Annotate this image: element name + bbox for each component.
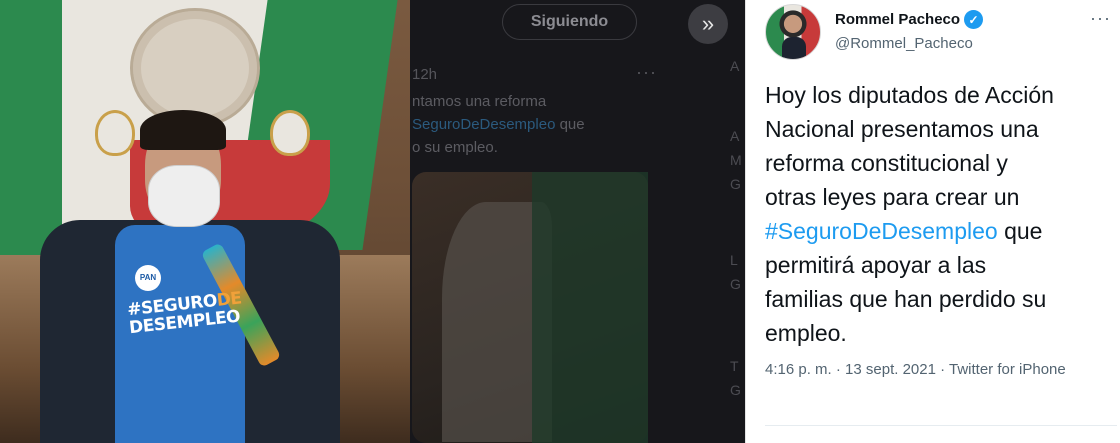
background-hashtag-link[interactable]: SeguroDeDesempleo xyxy=(412,116,555,133)
tweet-photo[interactable]: PAN #SEGURODE DESEMPLEO xyxy=(0,0,410,443)
side-letter: G xyxy=(730,276,741,292)
expand-button[interactable]: » xyxy=(688,4,728,44)
face-mask xyxy=(148,165,220,227)
author-name-row[interactable]: Rommel Pacheco ✓ xyxy=(835,10,984,29)
background-timeline: Siguiendo » 12h ··· ntamos una reforma S… xyxy=(410,0,745,443)
side-letter: L xyxy=(730,252,738,268)
avatar[interactable] xyxy=(765,4,821,60)
tweet-text-start: Hoy los diputados de Acción Nacional pre… xyxy=(765,82,1054,210)
author-handle[interactable]: @Rommel_Pacheco xyxy=(835,35,973,52)
divider xyxy=(765,425,1117,426)
background-tweet-text-start: ntamos una reforma xyxy=(412,93,547,110)
tweet-meta[interactable]: 4:16 p. m. · 13 sept. 2021 · Twitter for… xyxy=(765,358,1105,381)
background-tweet-image xyxy=(412,172,648,443)
background-more-icon[interactable]: ··· xyxy=(636,62,657,83)
author-name[interactable]: Rommel Pacheco xyxy=(835,11,960,28)
background-side-column: A A M G L G T G xyxy=(728,0,745,443)
side-letter: G xyxy=(730,176,741,192)
background-tweet-time: 12h xyxy=(412,66,438,83)
hair xyxy=(140,110,226,150)
side-letter: M xyxy=(730,152,742,168)
more-options-icon[interactable]: ··· xyxy=(1090,8,1111,29)
side-letter: T xyxy=(730,358,739,374)
tweet-panel: Rommel Pacheco ✓ @Rommel_Pacheco ··· Hoy… xyxy=(745,0,1120,443)
verified-badge-icon: ✓ xyxy=(964,10,984,29)
person-figure: PAN #SEGURODE DESEMPLEO xyxy=(40,110,340,443)
side-letter: A xyxy=(730,128,740,144)
side-letter: G xyxy=(730,382,741,398)
pan-logo: PAN xyxy=(135,265,161,291)
following-button[interactable]: Siguiendo xyxy=(502,4,637,40)
background-tweet-text: ntamos una reforma SeguroDeDesempleo que… xyxy=(412,90,642,159)
hashtag-link[interactable]: #SeguroDeDesempleo xyxy=(765,218,998,244)
side-letter: A xyxy=(730,58,740,74)
tweet-text: Hoy los diputados de Acción Nacional pre… xyxy=(765,78,1115,350)
double-chevron-right-icon: » xyxy=(701,11,715,36)
